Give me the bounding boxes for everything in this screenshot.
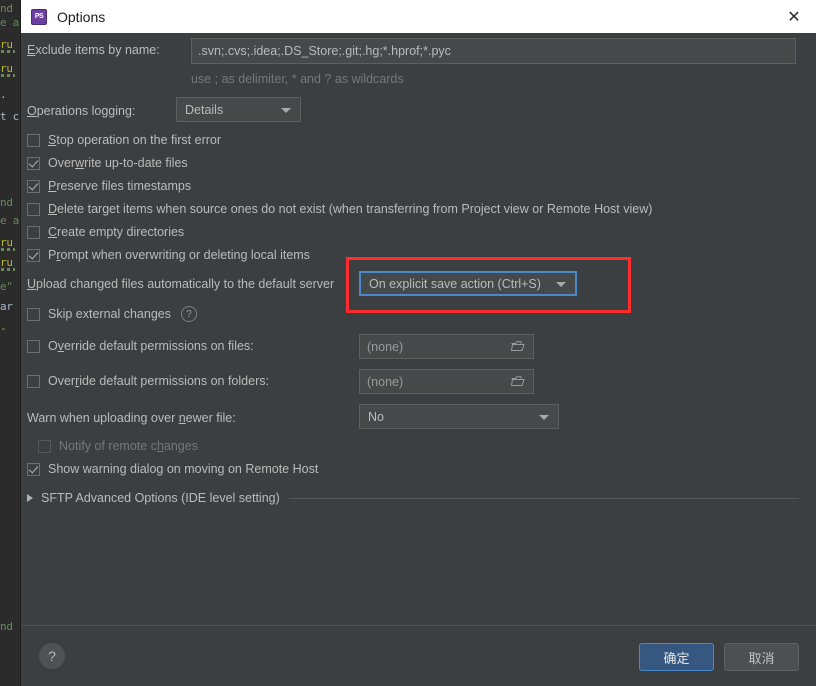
section-divider [288, 497, 799, 499]
checkbox-label: Override default permissions on folders: [48, 374, 269, 388]
checkbox-delete-target-items[interactable]: Delete target items when source ones do … [27, 202, 652, 216]
checkbox-label: Notify of remote changes [59, 439, 198, 453]
folder-icon[interactable] [511, 375, 525, 387]
code-line: nd [0, 620, 13, 633]
dialog-footer: ? 确定 取消 [21, 625, 816, 686]
warn-newer-file-label: Warn when uploading over newer file: [27, 411, 236, 425]
checkbox-show-warning-dialog[interactable]: Show warning dialog on moving on Remote … [27, 462, 318, 476]
exclude-items-input[interactable]: .svn;.cvs;.idea;.DS_Store;.git;.hg;*.hpr… [191, 38, 796, 64]
help-button[interactable]: ? [39, 643, 65, 669]
checkbox-box [38, 439, 51, 453]
cancel-button[interactable]: 取消 [724, 643, 799, 671]
operations-logging-combo[interactable]: Details [176, 97, 301, 122]
background-editor: nd e a ru ru . t c nd e a ru ru e" ar - … [0, 0, 20, 686]
checkbox-preserve-files-timestamps[interactable]: Preserve files timestamps [27, 179, 191, 193]
override-permissions-folders-input[interactable]: (none) [359, 369, 534, 394]
upload-automatically-value: On explicit save action (Ctrl+S) [369, 276, 541, 291]
sftp-advanced-options-expander[interactable]: SFTP Advanced Options (IDE level setting… [27, 491, 799, 505]
checkbox-box [27, 156, 40, 170]
code-line: . [0, 88, 7, 101]
checkbox-box [27, 225, 40, 239]
checkbox-box [27, 462, 40, 476]
code-line: ar [0, 300, 13, 313]
operations-logging-label: Operations logging: [27, 104, 136, 118]
checkbox-override-permissions-files[interactable]: Override default permissions on files: [27, 339, 254, 353]
chevron-down-icon [281, 107, 291, 113]
upload-automatically-combo[interactable]: On explicit save action (Ctrl+S) [359, 271, 577, 296]
screen: nd e a ru ru . t c nd e a ru ru e" ar - … [0, 0, 816, 686]
code-line: e" [0, 280, 13, 293]
checkbox-prompt-when-overwriting[interactable]: Prompt when overwriting or deleting loca… [27, 248, 310, 262]
checkbox-box [27, 339, 40, 353]
code-line: nd [0, 196, 13, 209]
checkbox-create-empty-directories[interactable]: Create empty directories [27, 225, 184, 239]
close-icon[interactable]: ✕ [771, 0, 816, 33]
window-title: Options [57, 8, 106, 25]
checkbox-label: Stop operation on the first error [48, 133, 222, 147]
code-line: nd [0, 2, 13, 15]
warn-newer-file-combo[interactable]: No [359, 404, 559, 429]
code-line: - [0, 322, 7, 335]
title-bar: PS Options ✕ [21, 0, 816, 33]
checkbox-box [27, 374, 40, 388]
code-squiggle [1, 74, 15, 77]
upload-automatically-label: Upload changed files automatically to th… [27, 277, 335, 291]
code-line: e a [0, 16, 19, 29]
checkbox-label: Overwrite up-to-date files [48, 156, 188, 170]
checkbox-label: Override default permissions on files: [48, 339, 254, 353]
checkbox-label: Create empty directories [48, 225, 185, 239]
exclude-items-row: Exclude items by name: [27, 43, 160, 57]
checkbox-label: Prompt when overwriting or deleting loca… [48, 248, 310, 262]
pycharm-ps-icon: PS [31, 8, 47, 25]
chevron-right-icon [27, 494, 33, 502]
checkbox-override-permissions-folders[interactable]: Override default permissions on folders: [27, 374, 269, 388]
checkbox-label: Delete target items when source ones do … [48, 202, 653, 216]
checkbox-skip-external-changes[interactable]: Skip external changes ? [27, 306, 197, 322]
checkbox-box [27, 248, 40, 262]
checkbox-label: Show warning dialog on moving on Remote … [48, 462, 319, 476]
checkbox-label: Preserve files timestamps [48, 179, 192, 193]
code-squiggle [1, 248, 15, 251]
checkbox-stop-operation-on-first-error[interactable]: Stop operation on the first error [27, 133, 221, 147]
code-line: t c [0, 110, 19, 123]
checkbox-box [27, 179, 40, 193]
help-circle-icon[interactable]: ? [181, 306, 197, 322]
checkbox-box [27, 133, 40, 147]
exclude-items-hint: use ; as delimiter, * and ? as wildcards [191, 72, 404, 86]
dialog-body: Exclude items by name: .svn;.cvs;.idea;.… [21, 33, 816, 625]
operations-logging-value: Details [185, 102, 224, 117]
code-line: e a [0, 214, 19, 227]
exclude-items-label: Exclude items by name: [27, 43, 160, 57]
override-permissions-folders-value: (none) [367, 374, 404, 389]
chevron-down-icon [556, 281, 566, 287]
override-permissions-files-input[interactable]: (none) [359, 334, 534, 359]
override-permissions-files-value: (none) [367, 339, 404, 354]
checkbox-notify-remote-changes: Notify of remote changes [38, 439, 198, 453]
code-squiggle [1, 268, 15, 271]
checkbox-box [27, 202, 40, 216]
options-dialog: PS Options ✕ Exclude items by name: .svn… [20, 0, 816, 686]
chevron-down-icon [539, 414, 549, 420]
ok-button[interactable]: 确定 [639, 643, 714, 671]
checkbox-box [27, 307, 40, 321]
code-squiggle [1, 50, 15, 53]
warn-newer-file-value: No [368, 409, 384, 424]
folder-icon[interactable] [511, 340, 525, 352]
sftp-advanced-options-label: SFTP Advanced Options (IDE level setting… [41, 491, 280, 505]
checkbox-label: Skip external changes [48, 307, 171, 321]
checkbox-overwrite-up-to-date-files[interactable]: Overwrite up-to-date files [27, 156, 188, 170]
